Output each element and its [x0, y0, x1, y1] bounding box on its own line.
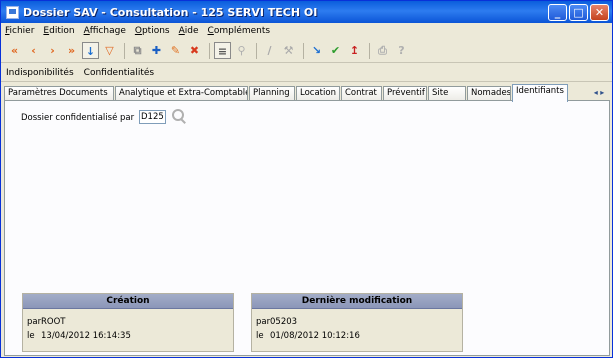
- search-icon[interactable]: [171, 108, 187, 124]
- tab-analytique[interactable]: Analytique et Extra-Comptable: [115, 86, 248, 101]
- tab-preventif[interactable]: Préventif: [383, 86, 427, 101]
- pin-icon[interactable]: ↥: [346, 42, 363, 59]
- tab-location[interactable]: Location: [296, 86, 340, 101]
- subtab-confidentialites[interactable]: Confidentialités: [84, 68, 154, 78]
- modification-group: Dernière modification par 05203 le 01/08…: [251, 293, 463, 352]
- check-icon[interactable]: ✔: [327, 42, 344, 59]
- confidential-input[interactable]: D125: [139, 110, 166, 124]
- double-left-arrow-icon[interactable]: «: [6, 42, 23, 59]
- tab-nomades[interactable]: Nomades: [467, 86, 511, 101]
- tools-icon[interactable]: ⚒: [280, 42, 297, 59]
- right-arrow-icon[interactable]: ›: [44, 42, 61, 59]
- tab-strip: Paramètres Documents Analytique et Extra…: [4, 84, 610, 102]
- lock-icon[interactable]: ⚲: [233, 42, 250, 59]
- creation-le-label: le: [27, 331, 35, 341]
- toolbar-separator: [303, 42, 304, 59]
- menu-aide[interactable]: Aide: [179, 26, 199, 36]
- double-right-arrow-icon[interactable]: »: [63, 42, 80, 59]
- edit-icon[interactable]: ✎: [167, 42, 184, 59]
- creation-le-row: le 13/04/2012 16:14:35: [27, 331, 131, 341]
- modification-le-label: le: [256, 331, 264, 341]
- tab-planning[interactable]: Planning: [249, 86, 295, 101]
- identifiants-panel: Dossier confidentialisé par D125 Créatio…: [4, 100, 610, 356]
- subtab-indisponibilites[interactable]: Indisponibilités: [6, 68, 74, 78]
- tab-identifiants[interactable]: Identifiants: [512, 84, 568, 102]
- menu-bar: Fichier Edition Affichage Options Aide C…: [1, 23, 612, 39]
- modification-le-row: le 01/08/2012 10:12:16: [256, 331, 360, 341]
- app-icon: [6, 5, 19, 19]
- modification-le-value: 01/08/2012 10:12:16: [270, 331, 360, 341]
- modification-par-label: par: [256, 317, 271, 327]
- modification-par-value: 05203: [270, 317, 298, 327]
- list-icon[interactable]: ≡: [214, 42, 231, 59]
- creation-par-value: ROOT: [41, 317, 66, 327]
- link-icon[interactable]: ∕: [261, 42, 278, 59]
- toolbar-separator: [124, 42, 125, 59]
- menu-edition[interactable]: Edition: [43, 26, 74, 36]
- window-title: Dossier SAV - Consultation - 125 SERVI T…: [23, 5, 318, 19]
- creation-le-value: 13/04/2012 16:14:35: [41, 331, 131, 341]
- add-icon[interactable]: ✚: [148, 42, 165, 59]
- validate-icon[interactable]: ↘: [308, 42, 325, 59]
- modification-header: Dernière modification: [252, 294, 462, 309]
- tab-scroll-arrows[interactable]: ◂ ▸: [588, 86, 610, 100]
- sort-icon[interactable]: ↓: [82, 42, 99, 59]
- creation-group: Création par ROOT le 13/04/2012 16:14:35: [22, 293, 234, 352]
- modification-par-row: par 05203: [256, 317, 297, 327]
- toolbar-separator: [256, 42, 257, 59]
- confidential-label: Dossier confidentialisé par: [21, 113, 135, 123]
- tab-contrat[interactable]: Contrat: [341, 86, 382, 101]
- toolbar: « ‹ › » ↓ ▽ ⧉ ✚ ✎ ✖ ≡ ⚲ ∕ ⚒ ↘ ✔ ↥ ⎙ ?: [1, 39, 612, 63]
- menu-options[interactable]: Options: [135, 26, 170, 36]
- close-button[interactable]: ✕: [590, 3, 609, 21]
- print-icon[interactable]: ⎙: [374, 42, 391, 59]
- creation-par-label: par: [27, 317, 42, 327]
- sub-navigation: Indisponibilités Confidentialités: [1, 64, 612, 82]
- menu-fichier[interactable]: Fichier: [5, 26, 34, 36]
- application-window: Dossier SAV - Consultation - 125 SERVI T…: [0, 0, 613, 358]
- tab-parametres-documents[interactable]: Paramètres Documents: [4, 86, 114, 101]
- toolbar-separator: [209, 42, 210, 59]
- maximize-button[interactable]: □: [569, 3, 588, 21]
- creation-par-row: par ROOT: [27, 317, 65, 327]
- filter-icon[interactable]: ▽: [101, 42, 118, 59]
- tab-site[interactable]: Site: [428, 86, 466, 101]
- creation-header: Création: [23, 294, 233, 309]
- menu-complements[interactable]: Compléments: [208, 26, 271, 36]
- minimize-button[interactable]: _: [548, 3, 567, 21]
- help-icon[interactable]: ?: [393, 42, 410, 59]
- toolbar-separator: [369, 42, 370, 59]
- copy-icon[interactable]: ⧉: [129, 42, 146, 59]
- title-bar[interactable]: Dossier SAV - Consultation - 125 SERVI T…: [1, 1, 612, 23]
- delete-icon[interactable]: ✖: [186, 42, 203, 59]
- left-arrow-icon[interactable]: ‹: [25, 42, 42, 59]
- menu-affichage[interactable]: Affichage: [84, 26, 126, 36]
